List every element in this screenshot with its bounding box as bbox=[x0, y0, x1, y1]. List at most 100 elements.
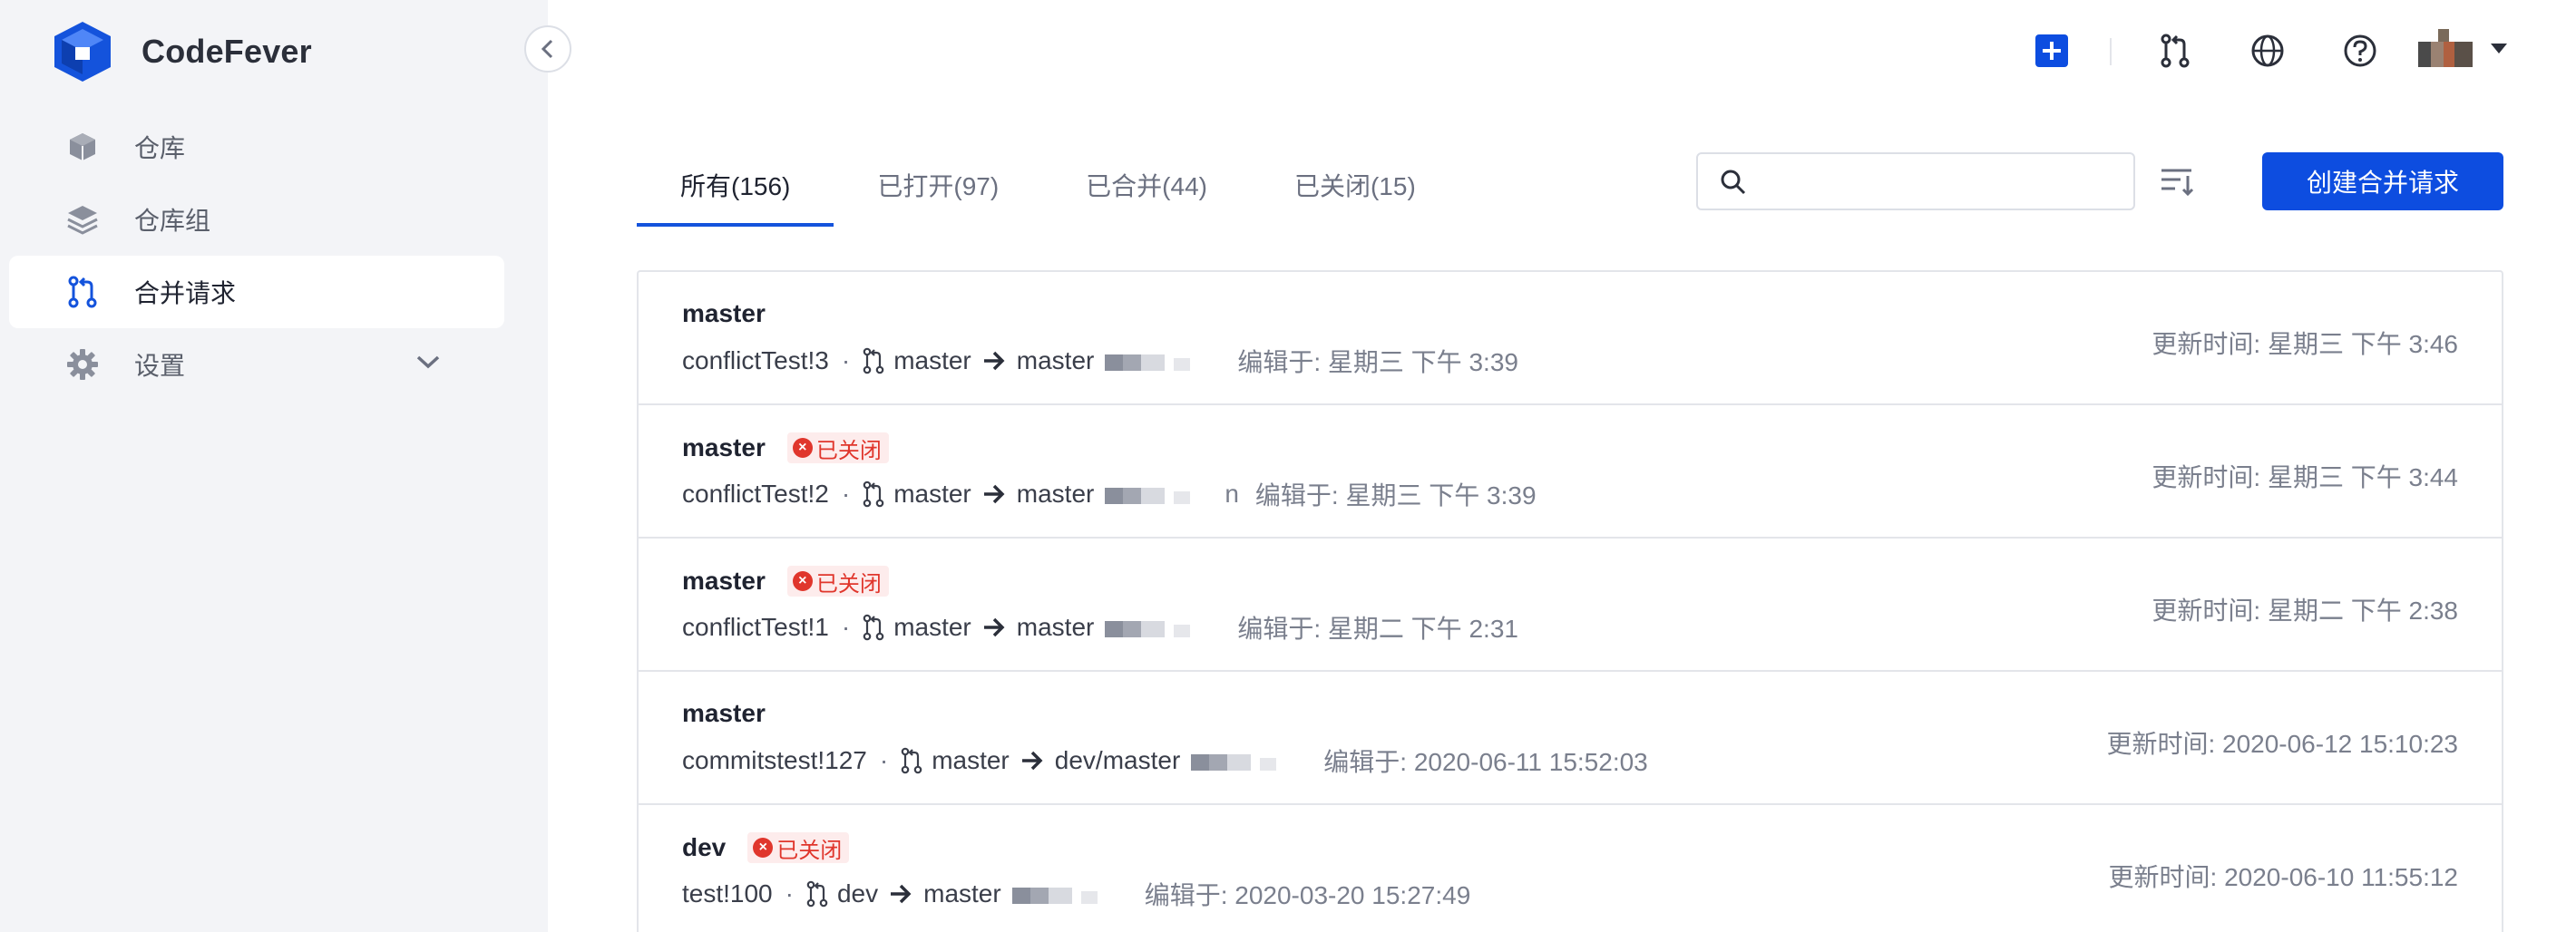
merge-request-id[interactable]: commitstest!127 bbox=[682, 746, 867, 775]
merge-request-id[interactable]: conflictTest!3 bbox=[682, 346, 829, 375]
merge-request-row[interactable]: master commitstest!127 · master dev/mast… bbox=[639, 672, 2502, 805]
author-avatar bbox=[1105, 350, 1214, 372]
language-button[interactable] bbox=[2248, 31, 2288, 71]
edited-time: 编辑于: 2020-06-11 15:52:03 bbox=[1323, 748, 1648, 776]
merge-request-row[interactable]: master conflictTest!3 · master master 编辑… bbox=[639, 272, 2502, 405]
merge-request-icon bbox=[65, 275, 100, 309]
sidebar-item-label: 仓库 bbox=[134, 134, 186, 162]
arrow-right-icon bbox=[1020, 750, 1044, 772]
close-circle-icon: × bbox=[792, 438, 813, 458]
merge-request-title-text[interactable]: master bbox=[682, 699, 766, 728]
merge-request-title-text[interactable]: dev bbox=[682, 833, 726, 862]
logo[interactable]: CodeFever bbox=[51, 22, 312, 82]
merge-request-row[interactable]: dev × 已关闭 test!100 · dev master 编辑于: 2020… bbox=[639, 805, 2502, 932]
arrow-right-icon bbox=[982, 483, 1006, 505]
updated-time: 更新时间: 星期二 下午 2:38 bbox=[2152, 597, 2458, 625]
merge-request-title-text[interactable]: master bbox=[682, 433, 766, 462]
status-badge: × 已关闭 bbox=[786, 566, 889, 597]
close-circle-icon: × bbox=[753, 838, 774, 858]
separator-dot: · bbox=[879, 746, 889, 774]
merge-request-title-text[interactable]: master bbox=[682, 299, 766, 328]
merge-request-filter-tabs: 所有(156) 已打开(97) 已合并(44) 已关闭(15) bbox=[637, 169, 1459, 227]
target-branch: master bbox=[1016, 613, 1095, 641]
author-avatar bbox=[1191, 750, 1300, 772]
sidebar-item-settings[interactable]: 设置 bbox=[9, 328, 504, 401]
branch-merge-icon bbox=[863, 347, 884, 374]
separator-dot: · bbox=[841, 613, 851, 641]
merge-request-meta: commitstest!127 · master dev/master 编辑于:… bbox=[682, 743, 1648, 779]
chevron-down-icon[interactable] bbox=[415, 353, 441, 375]
help-icon bbox=[2344, 34, 2376, 67]
updated-time: 更新时间: 2020-06-10 11:55:12 bbox=[2108, 863, 2458, 891]
sidebar-item-label: 仓库组 bbox=[134, 207, 211, 235]
target-branch: dev/master bbox=[1054, 746, 1181, 774]
edited-time: 编辑于: 2020-03-20 15:27:49 bbox=[1144, 881, 1471, 909]
topbar-divider bbox=[2110, 38, 2112, 65]
source-branch: master bbox=[893, 480, 971, 508]
merge-requests-shortcut-button[interactable] bbox=[2155, 31, 2195, 71]
author-name: n bbox=[1225, 480, 1239, 508]
tab-closed[interactable]: 已关闭(15) bbox=[1251, 169, 1459, 227]
merge-request-meta: test!100 · dev master 编辑于: 2020-03-20 15… bbox=[682, 876, 1470, 912]
author-avatar bbox=[1105, 616, 1214, 638]
merge-request-title: master bbox=[682, 299, 766, 328]
create-merge-request-button[interactable]: 创建合并请求 bbox=[2262, 152, 2503, 210]
sidebar-item-label: 设置 bbox=[134, 352, 186, 380]
search-input[interactable] bbox=[1761, 163, 2124, 199]
user-avatar-icon bbox=[2418, 29, 2473, 67]
merge-request-title: dev × 已关闭 bbox=[682, 832, 850, 863]
merge-request-id[interactable]: conflictTest!1 bbox=[682, 613, 829, 642]
collapse-sidebar-button[interactable] bbox=[524, 25, 571, 73]
merge-request-title: master bbox=[682, 699, 766, 728]
edited-time: 编辑于: 星期二 下午 2:31 bbox=[1237, 615, 1518, 643]
merge-request-title: master × 已关闭 bbox=[682, 566, 889, 597]
branch-merge-icon bbox=[901, 747, 922, 774]
target-branch: master bbox=[1016, 480, 1095, 508]
branch-merge-icon bbox=[806, 880, 828, 908]
avatar[interactable] bbox=[2418, 29, 2473, 67]
create-new-button[interactable] bbox=[2032, 31, 2072, 71]
sidebar-item-repository-groups[interactable]: 仓库组 bbox=[9, 183, 504, 256]
merge-request-id[interactable]: test!100 bbox=[682, 879, 773, 908]
gear-icon bbox=[65, 347, 100, 382]
updated-time: 更新时间: 2020-06-12 15:10:23 bbox=[2106, 730, 2458, 758]
merge-request-list: master conflictTest!3 · master master 编辑… bbox=[637, 270, 2503, 932]
branch-merge-icon bbox=[863, 481, 884, 508]
app-name: CodeFever bbox=[141, 33, 312, 70]
help-button[interactable] bbox=[2340, 31, 2380, 71]
merge-request-row[interactable]: master × 已关闭 conflictTest!1 · master mast… bbox=[639, 539, 2502, 672]
sidebar-item-repositories[interactable]: 仓库 bbox=[9, 111, 504, 183]
tab-open[interactable]: 已打开(97) bbox=[834, 169, 1042, 227]
source-branch: master bbox=[893, 613, 971, 641]
target-branch: master bbox=[1016, 346, 1095, 374]
user-menu-caret-icon[interactable] bbox=[2491, 44, 2507, 53]
merge-request-meta: conflictTest!3 · master master 编辑于: 星期三 … bbox=[682, 343, 1518, 379]
sort-button[interactable] bbox=[2159, 163, 2195, 199]
separator-dot: · bbox=[841, 480, 851, 508]
sidebar: CodeFever 仓库 仓库组 合并请求 设置 bbox=[0, 0, 548, 932]
updated-time: 更新时间: 星期三 下午 3:44 bbox=[2152, 463, 2458, 491]
search-icon bbox=[1720, 169, 1747, 200]
sidebar-nav: 仓库 仓库组 合并请求 设置 bbox=[9, 111, 504, 401]
author-avatar bbox=[1105, 483, 1214, 505]
status-badge-label: 已关闭 bbox=[815, 438, 882, 463]
merge-request-id[interactable]: conflictTest!2 bbox=[682, 480, 829, 509]
merge-request-icon bbox=[2161, 34, 2190, 68]
arrow-right-icon bbox=[982, 350, 1006, 372]
branch-merge-icon bbox=[863, 614, 884, 641]
source-branch: master bbox=[932, 746, 1010, 774]
search-box bbox=[1696, 152, 2135, 210]
sidebar-item-label: 合并请求 bbox=[134, 279, 237, 307]
separator-dot: · bbox=[841, 346, 851, 374]
tab-merged[interactable]: 已合并(44) bbox=[1042, 169, 1251, 227]
tab-all[interactable]: 所有(156) bbox=[637, 169, 834, 227]
merge-request-row[interactable]: master × 已关闭 conflictTest!2 · master mast… bbox=[639, 405, 2502, 539]
sort-icon bbox=[2161, 169, 2194, 197]
merge-request-title-text[interactable]: master bbox=[682, 567, 766, 596]
status-badge-label: 已关闭 bbox=[776, 838, 843, 863]
source-branch: master bbox=[893, 346, 971, 374]
source-branch: dev bbox=[836, 879, 879, 908]
sidebar-item-merge-requests[interactable]: 合并请求 bbox=[9, 256, 504, 328]
updated-time: 更新时间: 星期三 下午 3:46 bbox=[2152, 330, 2458, 358]
status-badge-label: 已关闭 bbox=[815, 571, 882, 597]
